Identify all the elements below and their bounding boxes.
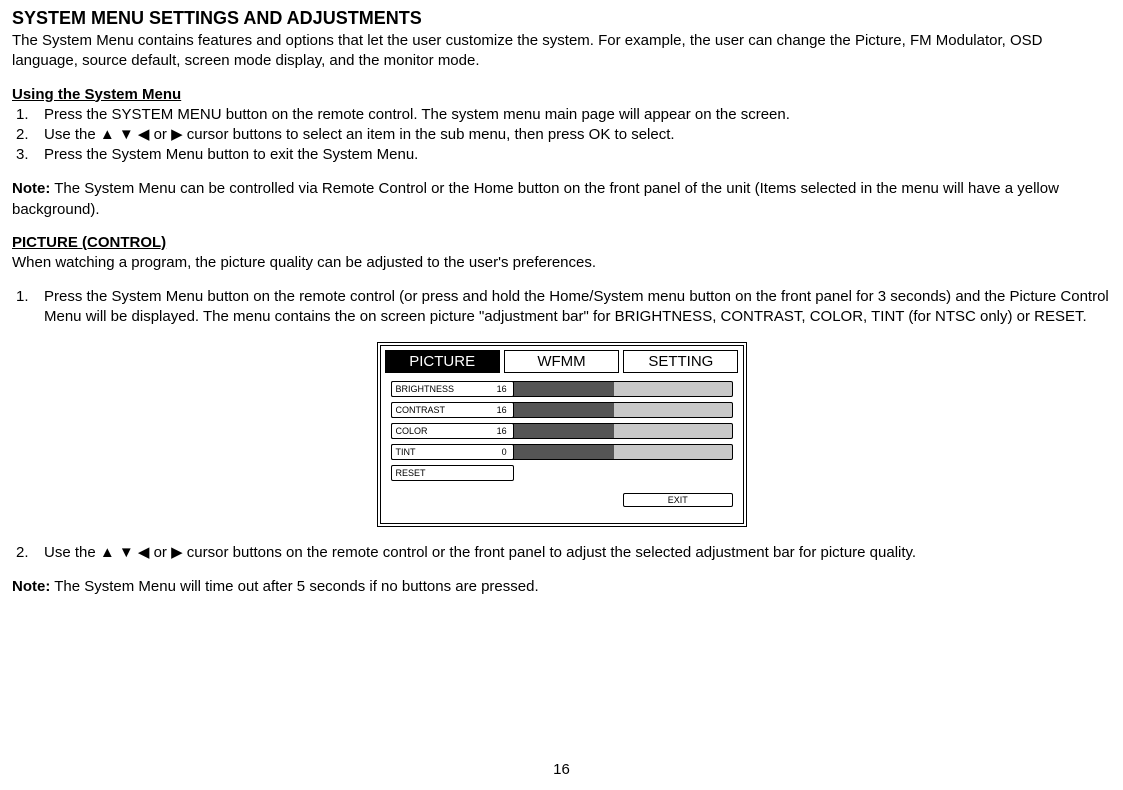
slider-value: 16 <box>497 405 509 415</box>
tab-wfmm[interactable]: WFMM <box>504 350 619 373</box>
slider-label: COLOR <box>396 426 497 436</box>
step-num: 2. <box>16 543 44 563</box>
section-using-heading: Using the System Menu <box>12 86 1111 103</box>
picture-menu-diagram: PICTURE WFMM SETTING BRIGHTNESS 16 CONTR… <box>377 342 747 527</box>
slider-value: 16 <box>497 426 509 436</box>
step-text: Use the ▲ ▼ ◀ or ▶ cursor buttons to sel… <box>44 125 1111 145</box>
step-text: Press the System Menu button to exit the… <box>44 145 1111 165</box>
slider-label: TINT <box>396 447 502 457</box>
step-text: Use the ▲ ▼ ◀ or ▶ cursor buttons on the… <box>44 543 1111 563</box>
slider-value: 16 <box>497 384 509 394</box>
reset-label: RESET <box>396 468 426 478</box>
section-picture-heading: PICTURE (CONTROL) <box>12 234 1111 251</box>
step-num: 1. <box>16 287 44 328</box>
note-text: The System Menu can be controlled via Re… <box>12 180 1059 217</box>
page-number: 16 <box>0 761 1123 778</box>
tab-picture[interactable]: PICTURE <box>385 350 500 373</box>
step-num: 2. <box>16 125 44 145</box>
tab-setting[interactable]: SETTING <box>623 350 738 373</box>
slider-contrast[interactable]: CONTRAST 16 <box>391 402 733 418</box>
note-2: Note: The System Menu will time out afte… <box>12 577 1111 597</box>
note-label: Note: <box>12 180 50 197</box>
note-label: Note: <box>12 578 50 595</box>
exit-button[interactable]: EXIT <box>623 493 732 507</box>
slider-color[interactable]: COLOR 16 <box>391 423 733 439</box>
slider-tint[interactable]: TINT 0 <box>391 444 733 460</box>
reset-button[interactable]: RESET <box>391 465 514 481</box>
using-steps-list: 1.Press the SYSTEM MENU button on the re… <box>12 105 1111 166</box>
step-num: 1. <box>16 105 44 125</box>
intro-paragraph: The System Menu contains features and op… <box>12 31 1111 72</box>
step-text: Press the System Menu button on the remo… <box>44 287 1111 328</box>
note-text: The System Menu will time out after 5 se… <box>50 578 538 595</box>
picture-steps-1: 1.Press the System Menu button on the re… <box>12 287 1111 328</box>
picture-steps-2: 2.Use the ▲ ▼ ◀ or ▶ cursor buttons on t… <box>12 543 1111 563</box>
note-1: Note: The System Menu can be controlled … <box>12 179 1111 220</box>
picture-intro: When watching a program, the picture qua… <box>12 253 1111 273</box>
step-text: Press the SYSTEM MENU button on the remo… <box>44 105 1111 125</box>
exit-label: EXIT <box>668 495 688 505</box>
slider-brightness[interactable]: BRIGHTNESS 16 <box>391 381 733 397</box>
slider-label: BRIGHTNESS <box>396 384 497 394</box>
page-title: SYSTEM MENU SETTINGS AND ADJUSTMENTS <box>12 8 1111 29</box>
step-num: 3. <box>16 145 44 165</box>
slider-label: CONTRAST <box>396 405 497 415</box>
slider-value: 0 <box>502 447 509 457</box>
